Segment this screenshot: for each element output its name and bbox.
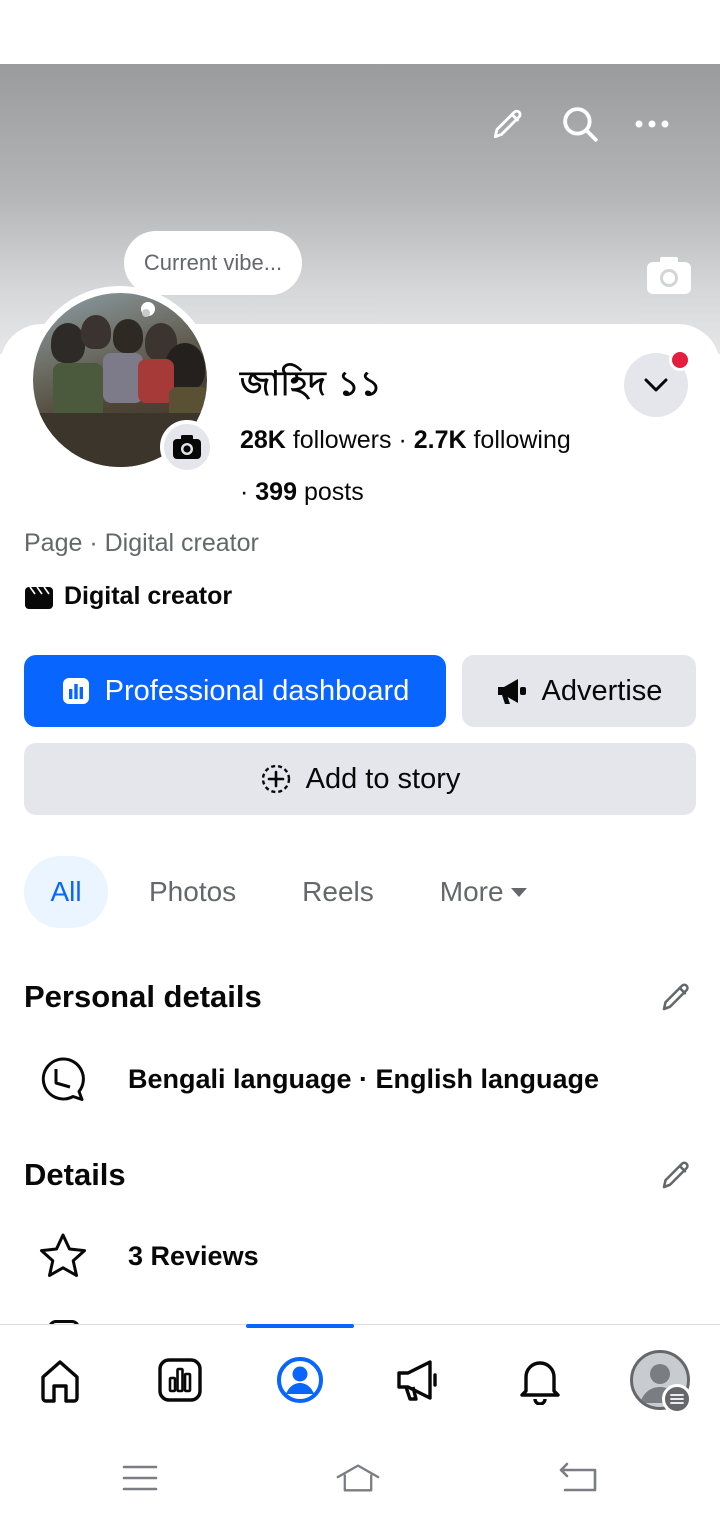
creator-row: Digital creator	[24, 582, 232, 611]
status-bar	[0, 0, 720, 64]
languages-row: Bengali language · English language	[38, 1055, 599, 1103]
follow-stats[interactable]: 28K followers · 2.7K following	[240, 426, 571, 455]
following-count: 2.7K	[413, 426, 467, 454]
menu-badge-icon	[662, 1384, 692, 1414]
caret-down-icon	[510, 888, 527, 897]
megaphone-icon[interactable]	[392, 1352, 448, 1408]
posts-label: posts	[303, 478, 364, 506]
more-horizontal-icon[interactable]	[628, 100, 676, 148]
advertise-button[interactable]: Advertise	[462, 655, 696, 727]
profile-icon[interactable]	[272, 1352, 328, 1408]
professional-dashboard-button[interactable]: Professional dashboard	[24, 655, 446, 727]
following-label: following	[473, 426, 571, 454]
notification-dot	[669, 349, 691, 371]
home-icon[interactable]	[32, 1352, 88, 1408]
language-chat-icon	[41, 1057, 85, 1101]
active-tab-indicator	[246, 1324, 354, 1328]
tab-all[interactable]: All	[24, 856, 108, 928]
avatar-camera-icon[interactable]	[160, 420, 214, 474]
bell-icon[interactable]	[512, 1352, 568, 1408]
add-to-story-button[interactable]: Add to story	[24, 743, 696, 815]
search-icon[interactable]	[556, 100, 604, 148]
chevron-down-icon	[644, 378, 668, 392]
stats-separator: ·	[240, 478, 249, 506]
creator-label: Digital creator	[64, 582, 233, 610]
clapperboard-icon	[25, 586, 53, 609]
star-icon	[40, 1233, 86, 1277]
followers-count: 28K	[240, 426, 286, 454]
tab-photos[interactable]: Photos	[149, 856, 236, 928]
story-label: Add to story	[305, 762, 461, 795]
followers-label: followers	[292, 426, 392, 454]
chart-icon[interactable]	[152, 1352, 208, 1408]
dashboard-label: Professional dashboard	[104, 674, 410, 707]
reviews-text: 3 Reviews	[128, 1240, 259, 1271]
recent-apps-icon[interactable]	[118, 1458, 162, 1498]
stats-separator: ·	[398, 426, 407, 454]
edit-personal-details-icon[interactable]	[656, 977, 696, 1017]
personal-details-title: Personal details	[24, 979, 262, 1014]
bottom-nav	[0, 1324, 720, 1432]
system-back-icon[interactable]	[556, 1458, 600, 1498]
pencil-icon[interactable]	[484, 100, 532, 148]
cover-camera-icon[interactable]	[645, 254, 693, 298]
system-home-icon[interactable]	[336, 1458, 380, 1498]
dashboard-chart-icon	[62, 678, 89, 704]
languages-text: Bengali language · English language	[128, 1063, 600, 1094]
posts-count: 399	[255, 478, 297, 506]
megaphone-icon	[497, 679, 526, 704]
posts-stats[interactable]: · 399 posts	[240, 478, 364, 507]
add-story-icon	[261, 764, 290, 794]
details-title: Details	[24, 1157, 126, 1192]
profile-name: জাহিদ ১১	[240, 364, 382, 404]
tab-more-label: More	[439, 876, 504, 907]
page-category: Page · Digital creator	[24, 529, 259, 557]
edit-details-icon[interactable]	[656, 1155, 696, 1195]
tab-more[interactable]: More	[440, 856, 528, 928]
profile-tabs: All Photos Reels More	[24, 856, 528, 928]
reviews-row[interactable]: 3 Reviews	[38, 1232, 259, 1280]
tab-reels[interactable]: Reels	[302, 856, 374, 928]
advertise-label: Advertise	[541, 674, 663, 707]
current-vibe-bubble[interactable]: Current vibe...	[124, 231, 302, 295]
vibe-bubble-dot	[142, 309, 150, 317]
